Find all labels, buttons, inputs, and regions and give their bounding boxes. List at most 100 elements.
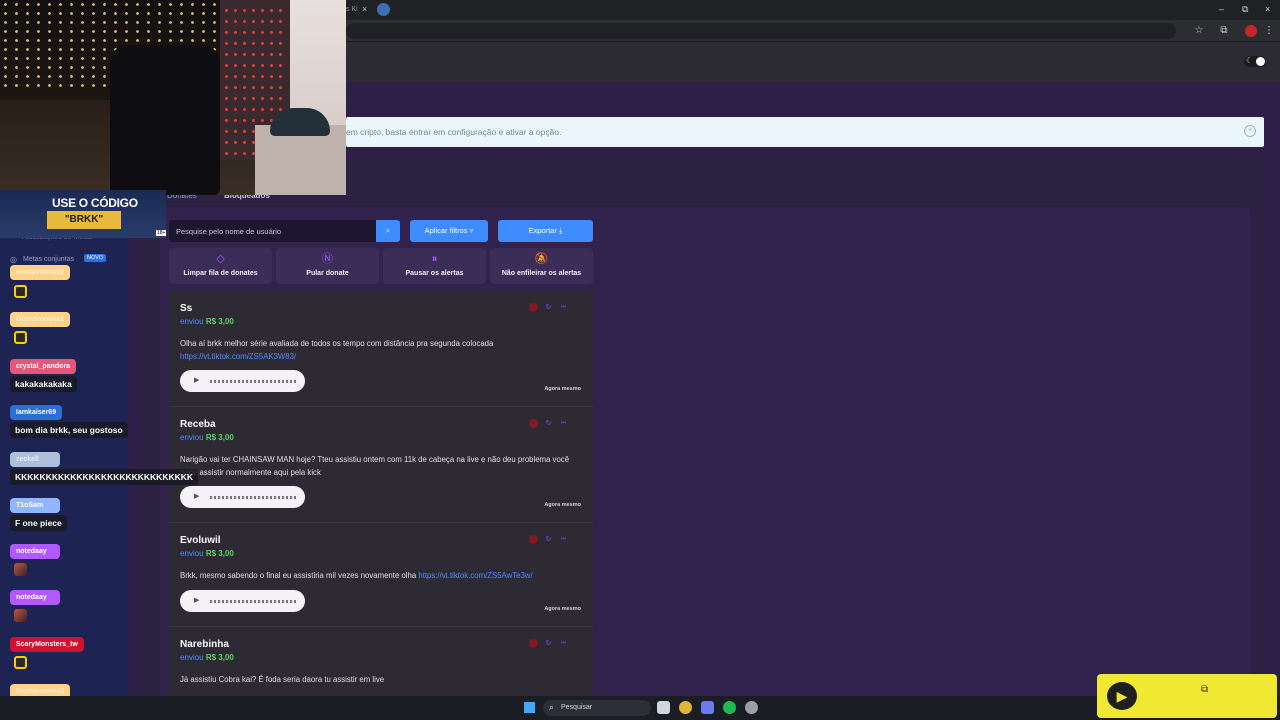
replay-icon[interactable]: ↻ — [544, 535, 553, 544]
message-link[interactable]: https://vt.tiktok.com/ZS5AK3W83/ — [180, 352, 296, 361]
taskbar-search[interactable]: ⌕ Pesquisar — [543, 700, 651, 716]
block-icon[interactable] — [529, 419, 538, 428]
chat-message: KKKKKKKKKKKKKKKKKKKKKKKKKKKKK — [10, 469, 199, 485]
chat-message: kakakakakaka — [10, 376, 77, 392]
chat-emote-icon — [14, 563, 27, 576]
maximize-icon[interactable]: ⧉ — [1242, 4, 1248, 15]
audio-player[interactable]: ▶ — [180, 590, 305, 612]
taskbar: ⌕ Pesquisar — [0, 696, 1280, 720]
block-icon[interactable] — [529, 303, 538, 312]
donate-amount: R$ 3,00 — [205, 317, 234, 326]
donate-sent: enviou R$ 3,00 — [180, 317, 234, 326]
donate-sent: enviou R$ 3,00 — [180, 653, 234, 662]
skip-icon[interactable]: ⏭ — [559, 639, 568, 648]
settings-gear-icon[interactable] — [745, 701, 758, 714]
tab-favicon-icon[interactable] — [377, 3, 390, 16]
replay-icon[interactable]: ↻ — [544, 419, 553, 428]
chat-username: T1oSam — [10, 498, 60, 513]
banner-text: em cripto, basta entrar em configuração … — [346, 127, 562, 137]
sidebar-item-metas-conjuntas[interactable]: Metas conjuntas — [23, 256, 74, 263]
replay-icon[interactable]: ↻ — [544, 639, 553, 648]
close-window-icon[interactable]: × — [1265, 4, 1270, 14]
message-link[interactable]: https://vt.tiktok.com/ZS5AwTe3w/ — [418, 571, 532, 580]
replay-icon[interactable]: ↻ — [544, 303, 553, 312]
donate-message: Brkk, mesmo sabendo o final eu assistiri… — [180, 569, 580, 582]
donate-amount: R$ 3,00 — [205, 433, 234, 442]
donate-actions: ↻ ⏭ — [529, 535, 579, 545]
browser-tab-title[interactable]: s Ki — [346, 6, 358, 13]
audio-player[interactable]: ▶ — [180, 370, 305, 392]
extensions-icon[interactable]: ⧉ — [1218, 25, 1230, 37]
bookmark-star-icon[interactable]: ☆ — [1193, 25, 1205, 37]
chat-username: Gustavonoka2 — [10, 312, 71, 327]
play-icon[interactable]: ▶ — [194, 376, 199, 384]
export-button[interactable]: Exportar ⤓ — [498, 220, 593, 242]
audio-waveform[interactable] — [210, 380, 296, 383]
banner-close-icon[interactable]: × — [1244, 125, 1256, 137]
chat-username: ScaryMonsters_tw — [10, 637, 84, 652]
age-rating-badge: 18+ — [156, 230, 167, 236]
play-icon[interactable]: ▶ — [194, 596, 199, 604]
clear-queue-button[interactable]: ◇ Limpar fila de donates — [169, 248, 272, 284]
sent-label: enviou — [180, 433, 204, 442]
action-label: Não enfileirar os alertas — [501, 270, 582, 277]
play-icon[interactable]: ▶ — [194, 492, 199, 500]
donate-message: Já assistiu Cobra kai? É foda seria daor… — [180, 673, 580, 686]
donate-item: Evoluwil enviou R$ 3,00 ↻ ⏭ Brkk, mesmo … — [169, 523, 593, 627]
translate-icon: ⧉ — [1201, 684, 1209, 695]
stream-widget: ▶ ⧉ — [1097, 674, 1277, 718]
donor-name: Receba — [180, 419, 216, 430]
target-icon: ◎ — [10, 255, 17, 264]
sent-label: enviou — [180, 549, 204, 558]
toggle-knob — [1256, 57, 1265, 66]
skip-donate-button[interactable]: Ⓝ Pular donate — [276, 248, 379, 284]
taskbar-search-label: Pesquisar — [561, 704, 593, 711]
donate-item: Ss enviou R$ 3,00 ↻ ⏭ Olha aí brkk melho… — [169, 291, 593, 407]
gaming-chair — [110, 45, 220, 195]
file-explorer-icon[interactable] — [657, 701, 670, 714]
pause-alerts-button[interactable]: ⏸ Pausar os alertas — [383, 248, 486, 284]
donate-time: Agora mesmo — [544, 606, 581, 612]
apply-filters-button[interactable]: Aplicar filtros ▿ — [410, 220, 488, 242]
search-input[interactable]: Pesquise pelo nome de usuário — [169, 220, 376, 242]
sent-label: enviou — [180, 653, 204, 662]
minimize-icon[interactable]: – — [1219, 4, 1224, 14]
audio-waveform[interactable] — [210, 496, 296, 499]
skip-icon[interactable]: ⏭ — [559, 303, 568, 312]
action-label: Limpar fila de donates — [183, 270, 258, 277]
windows-start-icon[interactable] — [524, 702, 535, 713]
action-label: Pausar os alertas — [405, 270, 464, 277]
spotify-icon[interactable] — [723, 701, 736, 714]
info-banner: em cripto, basta entrar em configuração … — [346, 117, 1264, 147]
chat-username: notedaay — [10, 590, 60, 605]
skip-icon[interactable]: ⏭ — [559, 419, 568, 428]
search-button[interactable]: ⌕ — [376, 220, 400, 242]
chat-emote-icon — [14, 609, 27, 622]
donate-amount: R$ 3,00 — [205, 653, 234, 662]
skip-icon[interactable]: ⏭ — [559, 535, 568, 544]
tab-close-icon[interactable]: × — [362, 4, 367, 14]
audio-waveform[interactable] — [210, 600, 296, 603]
block-icon[interactable] — [529, 535, 538, 544]
message-text: Já assistiu Cobra kai? É foda seria daor… — [180, 675, 385, 684]
donate-item: Receba enviou R$ 3,00 ↻ ⏭ Narigão vai te… — [169, 407, 593, 523]
audio-player[interactable]: ▶ — [180, 486, 305, 508]
discord-icon[interactable] — [701, 701, 714, 714]
eraser-icon: ◇ — [216, 253, 225, 265]
chrome-icon[interactable] — [679, 701, 692, 714]
new-badge: NOVO — [84, 254, 107, 262]
action-label: Pular donate — [306, 270, 349, 277]
skip-icon: Ⓝ — [322, 253, 333, 265]
donate-sent: enviou R$ 3,00 — [180, 549, 234, 558]
donor-name: Ss — [180, 303, 193, 314]
search-icon: ⌕ — [549, 702, 555, 712]
block-icon[interactable] — [529, 639, 538, 648]
no-queue-alerts-button[interactable]: 🔕 Não enfileirar os alertas — [490, 248, 593, 284]
profile-avatar-icon[interactable] — [1245, 25, 1257, 37]
donate-item: Narebinha enviou R$ 3,00 ↻ ⏭ Já assistiu… — [169, 627, 593, 696]
search-placeholder: Pesquise pelo nome de usuário — [176, 227, 282, 236]
address-bar[interactable] — [346, 23, 1176, 39]
theme-toggle[interactable]: ☾ — [1244, 56, 1266, 67]
browser-menu-icon[interactable]: ⋮ — [1263, 25, 1275, 37]
chat-emote-icon — [14, 331, 27, 344]
